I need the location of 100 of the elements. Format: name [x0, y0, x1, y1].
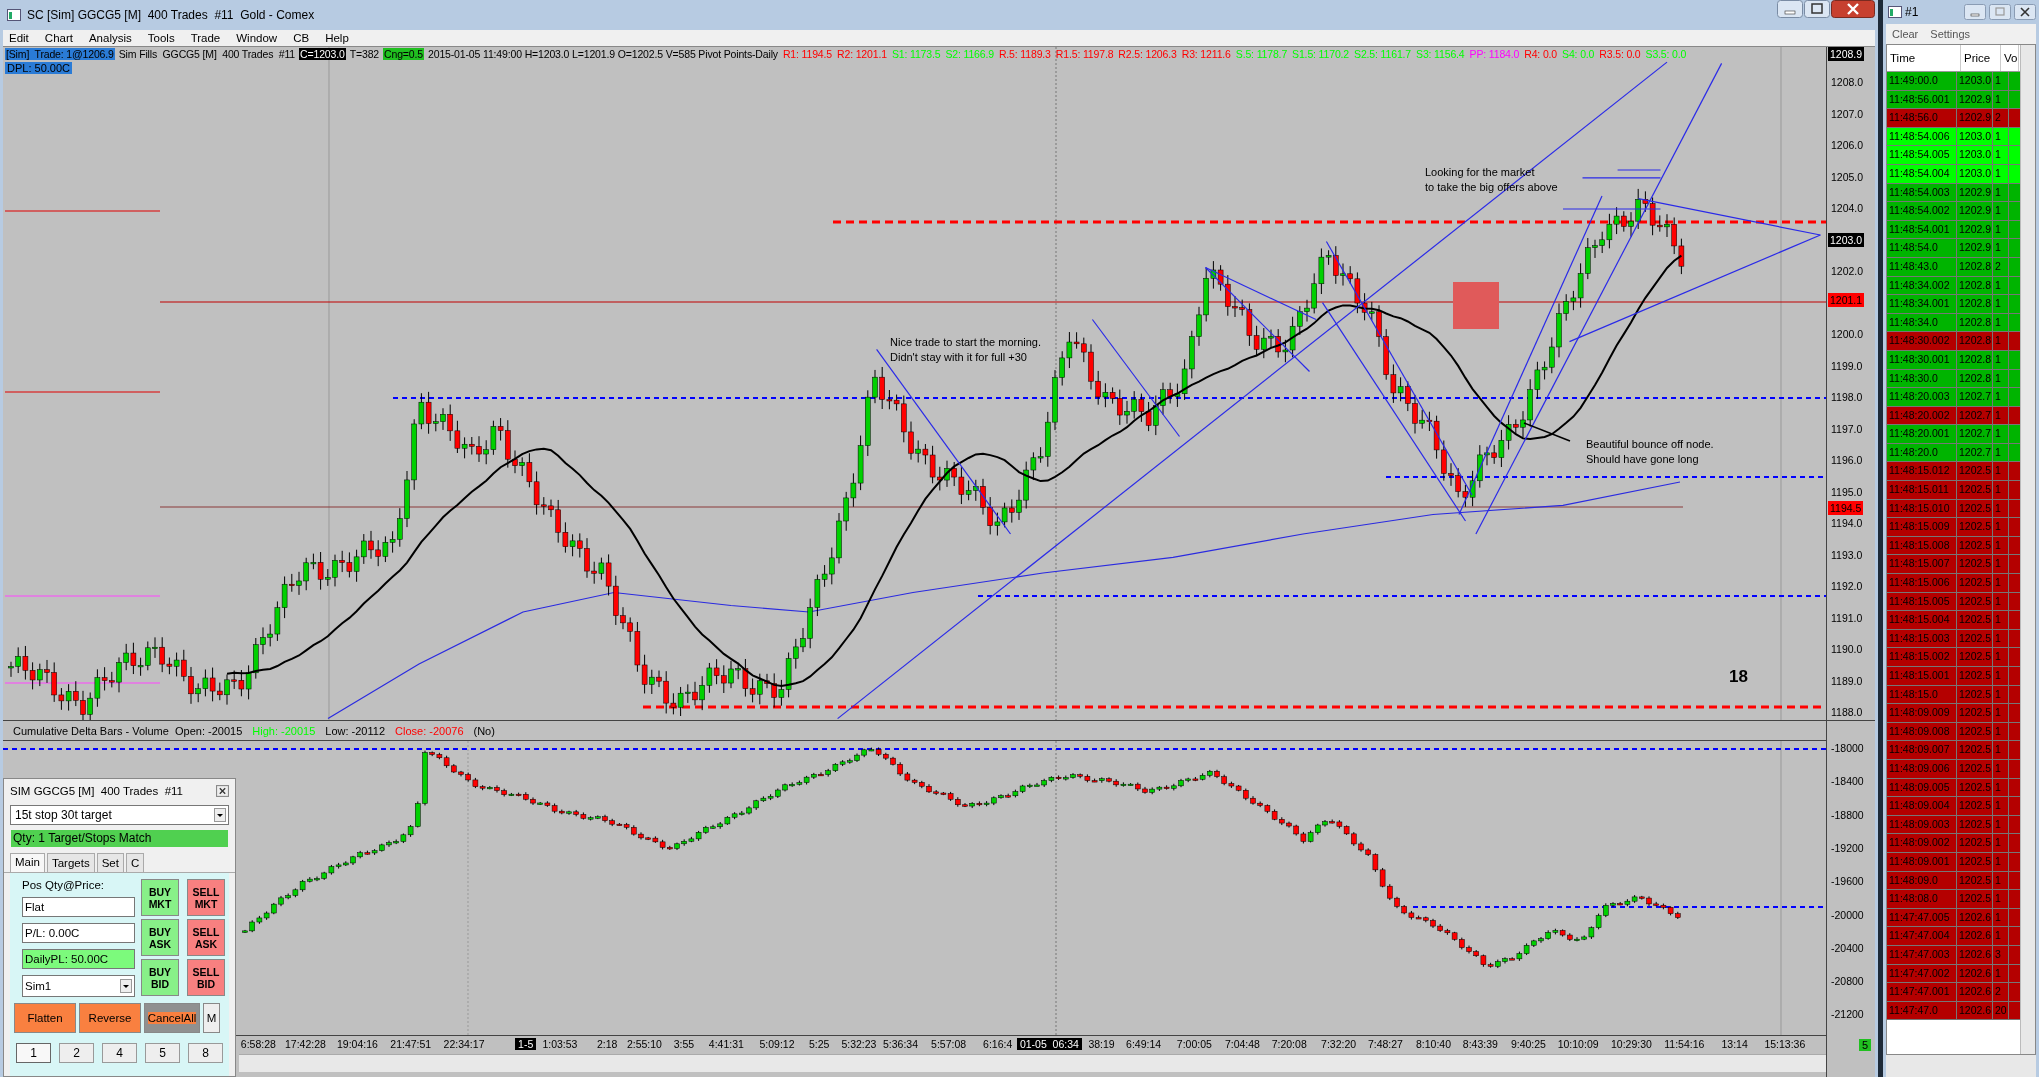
table-cell: 11:48:15.0 — [1887, 685, 1957, 704]
table-cell: 11:49:00.0 — [1887, 72, 1957, 90]
order-button[interactable]: BUY ASK — [141, 919, 179, 956]
menu-item[interactable]: CB — [293, 32, 310, 44]
table-cell: 1 — [1993, 852, 2009, 871]
table-cell: 1202.9 — [1957, 202, 1993, 220]
chart-info-text: C=1203.0 — [299, 48, 346, 60]
tab[interactable]: Main — [10, 853, 45, 872]
tab[interactable]: Set — [96, 853, 124, 872]
table-cell: 11:48:09.0 — [1887, 871, 1957, 890]
chart-annotation: Beautiful bounce off node. Should have gone long — [1586, 437, 1714, 467]
close-button[interactable] — [216, 785, 229, 797]
order-button[interactable]: SELL BID — [187, 959, 225, 996]
quantity-button[interactable]: 5 — [145, 1043, 180, 1063]
table-cell: 11:48:56.0 — [1887, 109, 1957, 127]
action-button[interactable]: Reverse — [79, 1003, 141, 1033]
table-cell: 1202.9 — [1957, 239, 1993, 257]
table-cell: 11:47:47.003 — [1887, 945, 1957, 964]
action-button[interactable]: M — [203, 1003, 220, 1033]
vertical-scrollbar[interactable] — [2020, 45, 2035, 1054]
close-button[interactable] — [1831, 0, 1875, 18]
table-cell: 1202.9 — [1957, 109, 1993, 127]
table-cell: 11:48:15.011 — [1887, 481, 1957, 499]
pivot-value: R3: 1211.6 — [1180, 48, 1232, 60]
quantity-button[interactable]: 8 — [188, 1043, 223, 1063]
minimize-button[interactable] — [1964, 4, 1986, 20]
order-button[interactable]: BUY BID — [141, 959, 179, 996]
delta-axis-label: -20400 — [1831, 941, 1864, 954]
menu-item[interactable]: Clear — [1892, 28, 1919, 40]
table-cell: 1202.5 — [1957, 536, 1993, 555]
quantity-button[interactable]: 2 — [59, 1043, 94, 1063]
table-cell: 1202.5 — [1957, 815, 1993, 834]
time-axis-label: 1:03:53 — [542, 1038, 578, 1050]
table-cell: 1 — [1993, 778, 2009, 797]
close-button[interactable] — [2014, 4, 2036, 20]
price-axis-label: 1196.0 — [1831, 454, 1863, 466]
menu-item[interactable]: Window — [236, 32, 278, 44]
table-cell: 1202.6 — [1957, 927, 1993, 945]
time-axis-label: 2:18 — [597, 1038, 618, 1050]
time-axis-label: 5:36:34 — [883, 1038, 919, 1050]
table-cell: 1 — [1993, 741, 2009, 759]
price-axis-label: 1188.0 — [1831, 706, 1863, 718]
table-cell: 11:48:15.010 — [1887, 499, 1957, 518]
time-axis-label: 9:40:25 — [1510, 1038, 1546, 1050]
table-cell: 1 — [1993, 499, 2009, 518]
strategy-dropdown[interactable]: 15t stop 30t target — [10, 805, 229, 825]
indicator-info-text: Low: -20112 — [325, 724, 385, 737]
menu-item[interactable]: Tools — [147, 32, 175, 44]
table-cell: 1 — [1993, 611, 2009, 629]
order-button[interactable]: BUY MKT — [141, 879, 179, 916]
pivot-value: R3.5: 0.0 — [1598, 48, 1642, 60]
table-cell: 2 — [1993, 983, 2009, 1001]
time-axis-label: 7:20:08 — [1271, 1038, 1307, 1050]
chart-info-text: Sim Fills GGCG5 [M] 400 Trades #11 — [117, 48, 297, 60]
chart-info-text: T=382 — [348, 48, 381, 60]
menu-item[interactable]: Edit — [9, 32, 29, 44]
table-cell: 11:48:15.001 — [1887, 667, 1957, 685]
table-cell: 1 — [1993, 220, 2009, 239]
tab[interactable]: Targets — [46, 853, 95, 872]
table-cell: 11:48:15.009 — [1887, 518, 1957, 536]
horizontal-scrollbar[interactable] — [1886, 1055, 2036, 1077]
table-cell: 11:48:15.006 — [1887, 574, 1957, 592]
column-header[interactable]: Time — [1887, 45, 1961, 71]
menu-item[interactable]: Help — [325, 32, 349, 44]
indicator-info-text: (No) — [473, 724, 495, 737]
menu-item[interactable]: Chart — [44, 32, 73, 44]
maximize-button[interactable] — [1804, 0, 1830, 18]
minimize-button[interactable] — [1777, 0, 1803, 18]
table-cell: 11:47:47.0 — [1887, 1001, 1957, 1020]
tab[interactable]: C — [125, 853, 145, 872]
price-axis-label: 1208.0 — [1831, 76, 1864, 88]
menu-item[interactable]: Analysis — [88, 32, 132, 44]
table-cell: 11:48:54.006 — [1887, 127, 1957, 146]
table-cell: 1202.5 — [1957, 722, 1993, 741]
price-axis-label: 1193.0 — [1831, 548, 1863, 561]
column-header[interactable]: Price — [1961, 45, 2001, 71]
time-axis-label: 6:49:14 — [1126, 1038, 1162, 1050]
time-axis-label: 7:04:48 — [1224, 1038, 1260, 1050]
daily-pl-field: DailyPL: 50.00C — [22, 949, 135, 969]
action-button[interactable]: CancelAll — [144, 1003, 200, 1033]
order-button[interactable]: SELL MKT — [187, 879, 225, 916]
table-cell: 1 — [1993, 908, 2009, 927]
quantity-button[interactable]: 1 — [16, 1043, 51, 1063]
action-button[interactable]: Flatten — [14, 1003, 76, 1033]
horizontal-scrollbar[interactable] — [239, 1054, 1826, 1072]
menu-item[interactable]: Trade — [190, 32, 221, 44]
table-cell: 11:48:34.001 — [1887, 295, 1957, 313]
time-axis-label: 5:57:08 — [931, 1038, 967, 1050]
table-cell: 1202.5 — [1957, 518, 1993, 536]
table-cell: 1 — [1993, 648, 2009, 666]
quantity-button[interactable]: 4 — [102, 1043, 137, 1063]
time-axis-label: 11:54:16 — [1664, 1038, 1705, 1050]
pivot-value: R2.5: 1206.3 — [1117, 48, 1178, 60]
order-button[interactable]: SELL ASK — [187, 919, 225, 956]
table-cell: 1 — [1993, 127, 2009, 146]
account-dropdown[interactable]: Sim1 — [22, 975, 135, 997]
menu-item[interactable]: Settings — [1930, 28, 1971, 40]
bar-count-label: 18 — [1729, 667, 1748, 687]
column-header[interactable]: Vo — [2001, 45, 2019, 71]
position-label: Pos Qty@Price: — [22, 879, 105, 891]
